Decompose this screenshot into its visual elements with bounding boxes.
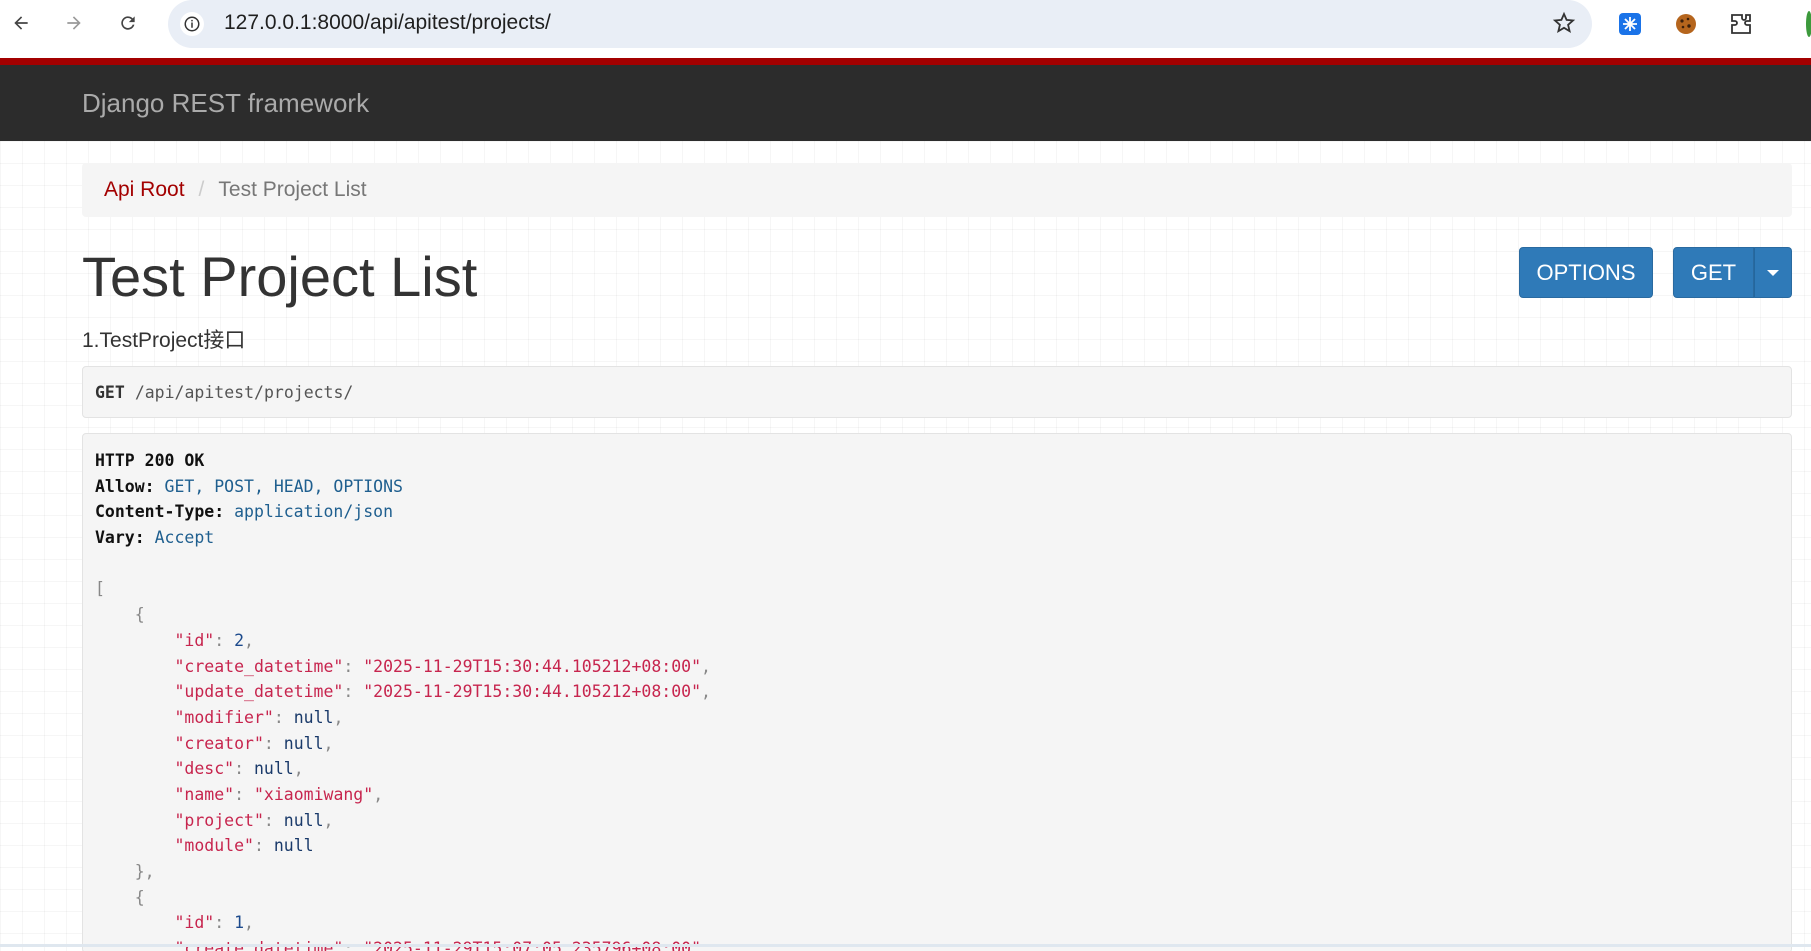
profile-avatar[interactable] [1796,10,1811,38]
response-status-line: HTTP 200 OK [95,448,1779,474]
json-field-create-datetime: "create_datetime": "2025-11-29T15:30:44.… [174,656,711,676]
options-button[interactable]: OPTIONS [1519,247,1653,298]
header-key: Vary: [95,528,145,548]
bottom-scroll-edge [0,944,1811,947]
navbar-accent-line [0,58,1811,66]
json-object-open: { [95,887,145,907]
arrow-left-icon [14,16,28,30]
response-status: HTTP 200 OK [95,451,205,470]
endpoint-description: 1.TestProject接口 [82,329,246,352]
json-field-project: "project": null, [174,810,334,830]
breadcrumb-current: Test Project List [218,178,367,201]
extension-cookie-icon[interactable] [1672,10,1700,38]
request-path: /api/apitest/projects/ [134,382,354,402]
json-field-id: "id": 1, [174,913,254,933]
caret-down-icon [1767,269,1779,276]
extensions-puzzle-icon[interactable] [1727,10,1755,38]
forward-button[interactable] [57,6,91,40]
json-field-desc: "desc": null, [174,759,304,779]
header-value: application/json [234,502,394,522]
header-content-type: Content-Type: application/json [95,499,1779,525]
request-info: GET /api/apitest/projects/ [82,366,1792,418]
json-object-close: }, [95,862,155,881]
browser-toolbar: 127.0.0.1:8000/api/apitest/projects/ [0,0,1811,58]
page-title: Test Project List [82,245,478,308]
response-info: HTTP 200 OK Allow: GET, POST, HEAD, OPTI… [82,433,1792,951]
json-field-module: "module": null [174,836,314,856]
breadcrumb-separator: / [198,178,205,201]
get-button[interactable]: GET [1673,247,1754,298]
navbar-brand[interactable]: Django REST framework [82,88,369,119]
url-text: 127.0.0.1:8000/api/apitest/projects/ [224,11,551,34]
get-format-dropdown-button[interactable] [1754,247,1792,298]
breadcrumb-api-root-link[interactable]: Api Root [104,178,185,202]
json-object-open: { [95,605,145,625]
header-allow: Allow: GET, POST, HEAD, OPTIONS [95,474,1779,500]
breadcrumb: Api Root / Test Project List [82,163,1792,217]
json-array-open: [ [95,579,105,599]
json-field-creator: "creator": null, [174,733,334,753]
json-field-modifier: "modifier": null, [174,707,344,727]
arrow-right-icon [67,16,81,30]
header-value: GET, POST, HEAD, OPTIONS [164,476,403,496]
json-field-name: "name": "xiaomiwang", [174,784,384,804]
extension-snowflake-icon[interactable] [1616,10,1644,38]
request-method: GET [95,382,125,402]
json-field-update-datetime: "update_datetime": "2025-11-29T15:30:44.… [174,682,711,702]
site-info-icon[interactable] [180,12,204,36]
header-key: Allow: [95,476,155,496]
address-bar[interactable]: 127.0.0.1:8000/api/apitest/projects/ [168,0,1592,48]
reload-button[interactable] [111,6,145,40]
drf-navbar: Django REST framework [0,66,1811,141]
header-vary: Vary: Accept [95,525,1779,551]
reload-icon [121,16,135,30]
header-key: Content-Type: [95,502,225,522]
json-field-id: "id": 2, [174,630,254,650]
header-value: Accept [154,528,215,548]
bookmark-star-icon[interactable] [1552,11,1576,40]
back-button[interactable] [4,6,38,40]
